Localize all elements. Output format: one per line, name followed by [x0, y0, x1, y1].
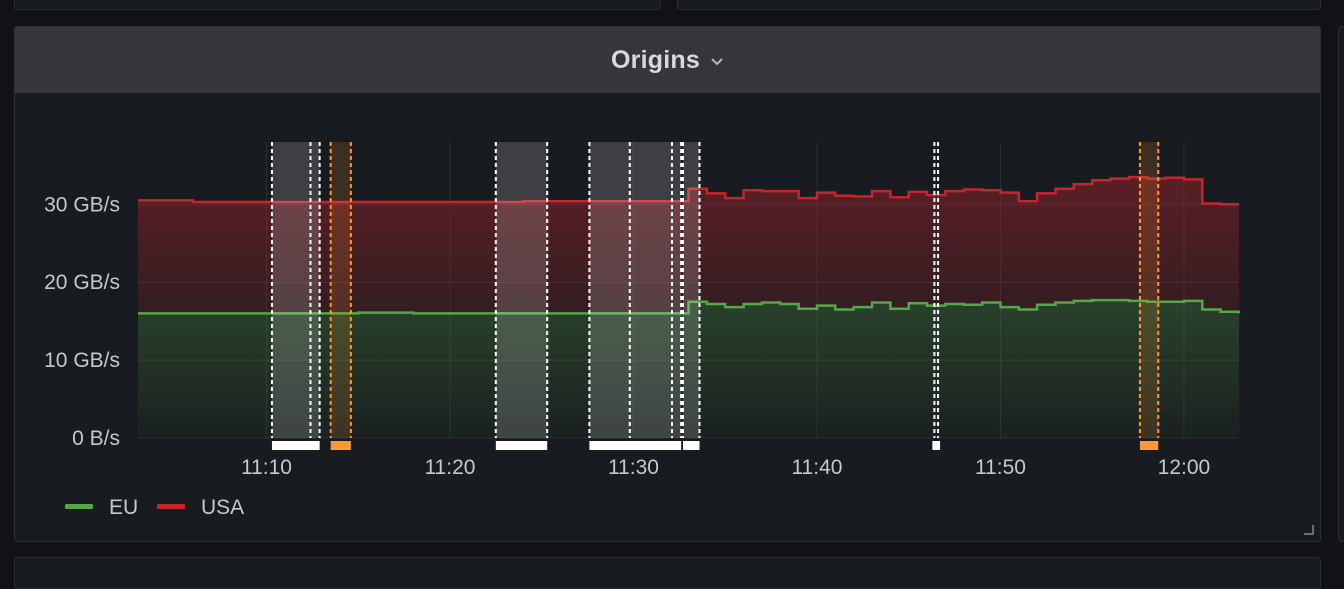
annotation-marker[interactable] — [1139, 441, 1159, 450]
annotation-marker[interactable] — [271, 441, 320, 450]
annotation-marker[interactable] — [495, 441, 548, 450]
y-tick-label: 0 B/s — [72, 427, 120, 450]
origins-panel: Origins 0 B/s 10 GB/s 20 GB/s 30 GB/s 11:10 1… — [14, 26, 1321, 542]
panel-above-left — [14, 0, 661, 10]
legend-swatch — [65, 504, 93, 509]
annotation-region[interactable] — [1139, 142, 1159, 438]
annotation-region[interactable] — [330, 142, 351, 438]
resize-handle-icon[interactable] — [1304, 525, 1314, 535]
legend-label: USA — [201, 496, 244, 519]
legend-swatch — [157, 504, 185, 509]
panel-below — [14, 557, 1321, 589]
legend-item[interactable]: EU — [65, 496, 138, 519]
panel-above-right — [677, 0, 1321, 10]
legend-item[interactable]: USA — [157, 496, 244, 519]
annotation-marker[interactable] — [627, 441, 632, 450]
annotation-region[interactable] — [271, 142, 320, 438]
annotation-marker[interactable] — [682, 441, 700, 450]
x-tick-label: 11:50 — [975, 456, 1026, 479]
legend-label: EU — [109, 496, 138, 519]
annotation-region[interactable] — [495, 142, 548, 438]
annotation-marker[interactable] — [308, 441, 313, 450]
annotation-marker[interactable] — [589, 441, 682, 450]
x-tick-label: 11:40 — [791, 456, 842, 479]
annotation-region[interactable] — [589, 142, 682, 438]
annotation-marker[interactable] — [330, 441, 351, 450]
x-tick-label: 12:00 — [1158, 456, 1211, 479]
annotation-marker[interactable] — [936, 441, 941, 450]
y-tick-label: 10 GB/s — [44, 349, 120, 372]
y-tick-label: 20 GB/s — [44, 271, 120, 294]
annotation-region[interactable] — [682, 142, 700, 438]
chart-area[interactable]: 0 B/s 10 GB/s 20 GB/s 30 GB/s 11:10 11:20 11:3… — [15, 27, 1320, 541]
x-tick-label: 11:30 — [608, 456, 659, 479]
x-tick-label: 11:10 — [241, 456, 292, 479]
annotation-marker[interactable] — [932, 441, 937, 450]
panel-right-edge — [1338, 26, 1344, 542]
annotation-marker[interactable] — [669, 441, 674, 450]
y-tick-label: 30 GB/s — [44, 193, 120, 216]
x-tick-label: 11:20 — [424, 456, 475, 479]
